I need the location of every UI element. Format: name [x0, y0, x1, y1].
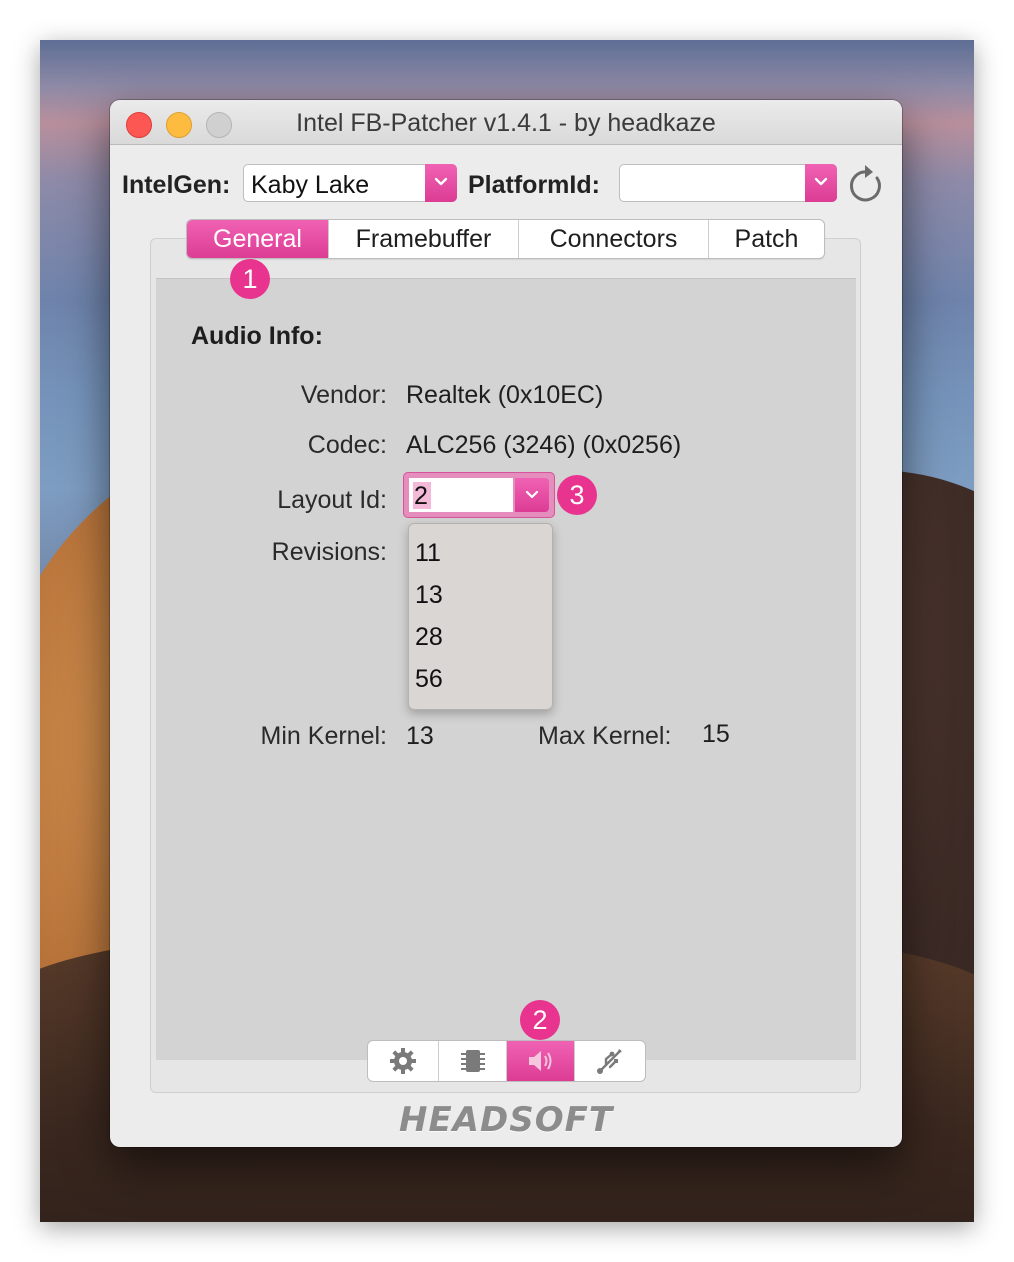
callout-badge-2: 2: [520, 1000, 560, 1040]
dropdown-option[interactable]: 13: [415, 581, 443, 610]
chevron-down-icon[interactable]: [805, 164, 837, 202]
intelgen-select[interactable]: Kaby Lake: [243, 164, 457, 202]
tab-patch[interactable]: Patch: [709, 220, 824, 258]
max-kernel-value: 15: [702, 720, 730, 748]
speaker-icon: [528, 1051, 551, 1071]
chevron-down-icon[interactable]: [425, 164, 457, 202]
platformid-label: PlatformId:: [468, 171, 600, 199]
codec-label: Codec:: [307, 431, 387, 459]
callout-badge-3: 3: [557, 475, 597, 515]
max-kernel-label: Max Kernel:: [538, 722, 672, 750]
app-window: Intel FB-Patcher v1.4.1 - by headkaze In…: [110, 100, 902, 1147]
intelgen-label: IntelGen:: [122, 171, 231, 199]
segment-usb[interactable]: [575, 1041, 645, 1081]
min-kernel-label: Min Kernel:: [260, 722, 387, 750]
audio-info-heading: Audio Info:: [191, 322, 323, 350]
layout-id-value: 2: [414, 482, 428, 510]
intelgen-value: Kaby Lake: [251, 171, 370, 199]
dropdown-option[interactable]: 56: [415, 665, 443, 694]
refresh-icon[interactable]: [847, 162, 887, 206]
min-kernel-value: 13: [406, 722, 434, 750]
platformid-select[interactable]: [619, 164, 837, 202]
layout-id-dropdown: 11 13 28 56: [408, 523, 553, 710]
layout-id-label: Layout Id:: [277, 486, 387, 514]
chevron-down-icon[interactable]: [515, 478, 549, 512]
layout-id-combobox[interactable]: 2: [403, 472, 555, 518]
tab-connectors[interactable]: Connectors: [519, 220, 709, 258]
dropdown-option[interactable]: 28: [415, 623, 443, 652]
codec-value: ALC256 (3246) (0x0256): [406, 431, 682, 459]
vendor-value: Realtek (0x10EC): [406, 381, 604, 409]
gear-icon: [390, 1048, 416, 1074]
tab-general[interactable]: General: [187, 220, 329, 258]
revisions-label: Revisions:: [271, 538, 387, 566]
chip-icon: [460, 1050, 485, 1072]
callout-badge-1: 1: [230, 259, 270, 299]
title-bar[interactable]: Intel FB-Patcher v1.4.1 - by headkaze: [110, 100, 902, 145]
layout-id-input[interactable]: 2: [409, 478, 513, 512]
segment-audio[interactable]: [507, 1041, 575, 1081]
segment-settings[interactable]: [368, 1041, 439, 1081]
dropdown-option[interactable]: 11: [415, 539, 441, 568]
window-title: Intel FB-Patcher v1.4.1 - by headkaze: [296, 109, 716, 137]
segment-chip[interactable]: [439, 1041, 507, 1081]
bottom-segmented-control: [367, 1040, 646, 1082]
tab-bar: General Framebuffer Connectors Patch: [186, 219, 825, 259]
usb-icon: [597, 1049, 622, 1074]
vendor-label: Vendor:: [300, 381, 387, 409]
tab-framebuffer[interactable]: Framebuffer: [329, 220, 519, 258]
headsoft-logo: HEADSOFT: [398, 1100, 614, 1140]
